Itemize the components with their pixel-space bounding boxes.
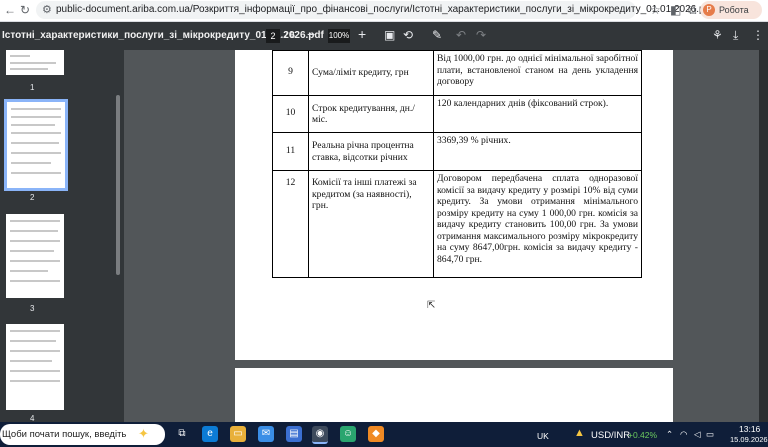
pdf-page-2: 9 Сума/ліміт кредиту, грн Від 1000,00 гр…: [235, 50, 673, 360]
rotate-icon[interactable]: ⟲: [403, 28, 413, 42]
ticker-change: +0.42%: [628, 430, 658, 440]
file-explorer-icon[interactable]: ▭: [230, 426, 246, 442]
row-number: 10: [272, 95, 309, 133]
table-row: 10 Строк кредитування, дн./міс. 120 кале…: [272, 95, 642, 133]
tray-chevron-icon[interactable]: ⌃: [666, 429, 673, 440]
url-field[interactable]: ⚙ public-document.ariba.com.ua/Розкриття…: [36, 1, 713, 19]
network-icon[interactable]: ◠: [680, 429, 687, 440]
redo-icon[interactable]: ↷: [476, 28, 486, 42]
table-row: 9 Сума/ліміт кредиту, грн Від 1000,00 гр…: [272, 50, 642, 96]
mouse-cursor-icon: ⇱: [427, 300, 436, 311]
row-number: 9: [272, 50, 309, 96]
chart-trend-icon: ▲: [574, 427, 585, 439]
thumbnail-label: 3: [30, 304, 35, 313]
avatar: Р: [703, 4, 715, 16]
url-text: public-document.ariba.com.ua/Розкриття_і…: [56, 4, 713, 15]
row-label: Реальна річна процентна ставка, відсотки…: [308, 132, 434, 171]
table-row: 11 Реальна річна процентна ставка, відсо…: [272, 132, 642, 171]
fit-page-icon[interactable]: ▣: [384, 28, 395, 42]
row-label: Комісії та інші платежі за кредитом (за …: [308, 170, 434, 278]
annotate-icon[interactable]: ⚘: [712, 28, 723, 42]
extension-icon[interactable]: ◧: [670, 3, 681, 17]
row-number: 12: [272, 170, 309, 278]
profile-name: Робота: [719, 5, 749, 15]
thumbnail-page-1[interactable]: [6, 50, 64, 75]
pdf-toolbar: Істотні_характеристики_послуги_зі_мікрок…: [0, 22, 768, 50]
download-icon[interactable]: ⤓: [733, 28, 738, 43]
thumbnail-page-2[interactable]: [4, 99, 68, 191]
app-icon[interactable]: ◆: [368, 426, 384, 442]
row-value: 3369,39 % річних.: [433, 132, 642, 171]
store-icon[interactable]: ▤: [286, 426, 302, 442]
row-value: 120 календарних днів (фіксований строк).: [433, 95, 642, 133]
thumbnail-page-4[interactable]: [6, 324, 64, 410]
table-row: 12 Комісії та інші платежі за кредитом (…: [272, 170, 642, 278]
edge-browser-icon[interactable]: e: [202, 426, 218, 442]
battery-icon[interactable]: ▭: [706, 429, 714, 440]
undo-icon[interactable]: ↶: [456, 28, 466, 42]
row-number: 11: [272, 132, 309, 171]
clock-time[interactable]: 13:16: [739, 424, 760, 434]
row-value: Договором передбачена сплата одноразової…: [433, 170, 642, 278]
chrome-icon[interactable]: ◉: [312, 426, 328, 444]
zoom-out-icon[interactable]: −: [307, 26, 315, 42]
clock-date[interactable]: 15.09.2026: [730, 435, 768, 444]
back-arrow-icon[interactable]: ←: [4, 3, 16, 17]
row-label: Сума/ліміт кредиту, грн: [308, 50, 434, 96]
row-value: Від 1000,00 грн. до однієї мінімальної з…: [433, 50, 642, 96]
keyboard-language[interactable]: UK: [537, 431, 549, 441]
page-total: / 6: [285, 30, 296, 40]
mail-icon[interactable]: ✉: [258, 426, 274, 442]
site-info-icon[interactable]: ⚙: [42, 3, 52, 16]
profile-button[interactable]: Р Робота: [700, 1, 762, 19]
extensions-puzzle-icon[interactable]: ⧉: [688, 3, 697, 18]
more-options-icon[interactable]: ⋮: [752, 28, 764, 42]
draw-icon[interactable]: ✎: [432, 28, 442, 42]
zoom-in-icon[interactable]: +: [358, 26, 366, 42]
volume-icon[interactable]: ◁: [694, 429, 701, 440]
ticker-name[interactable]: USD/INR: [591, 430, 630, 441]
sidebar-scrollbar[interactable]: [116, 95, 120, 275]
windows-taskbar: Щоби почати пошук, введіть ✦ ⧉ e ▭ ✉ ▤ ◉…: [0, 422, 768, 447]
zoom-level-input[interactable]: 100%: [328, 29, 350, 43]
characteristics-table: 9 Сума/ліміт кредиту, грн Від 1000,00 гр…: [272, 50, 642, 278]
thumbnail-page-3[interactable]: [6, 214, 64, 298]
thumbnail-label: 1: [30, 83, 35, 92]
browser-address-bar: ← ↻ ⚙ public-document.ariba.com.ua/Розкр…: [0, 0, 768, 22]
row-label: Строк кредитування, дн./міс.: [308, 95, 434, 133]
document-scrollbar[interactable]: [759, 50, 768, 422]
thumbnail-sidebar: 1 2 3 4: [0, 50, 124, 423]
chat-icon[interactable]: ☺: [340, 426, 356, 442]
task-view-icon[interactable]: ⧉: [174, 426, 190, 442]
thumbnail-label: 2: [30, 193, 35, 202]
search-placeholder: Щоби почати пошук, введіть: [2, 429, 127, 440]
copilot-sparkle-icon[interactable]: ✦: [138, 426, 149, 442]
pdf-page-3: [235, 368, 673, 422]
page-number-input[interactable]: 2: [266, 29, 280, 43]
bookmark-star-icon[interactable]: ☆: [650, 3, 661, 17]
reload-icon[interactable]: ↻: [20, 3, 30, 17]
